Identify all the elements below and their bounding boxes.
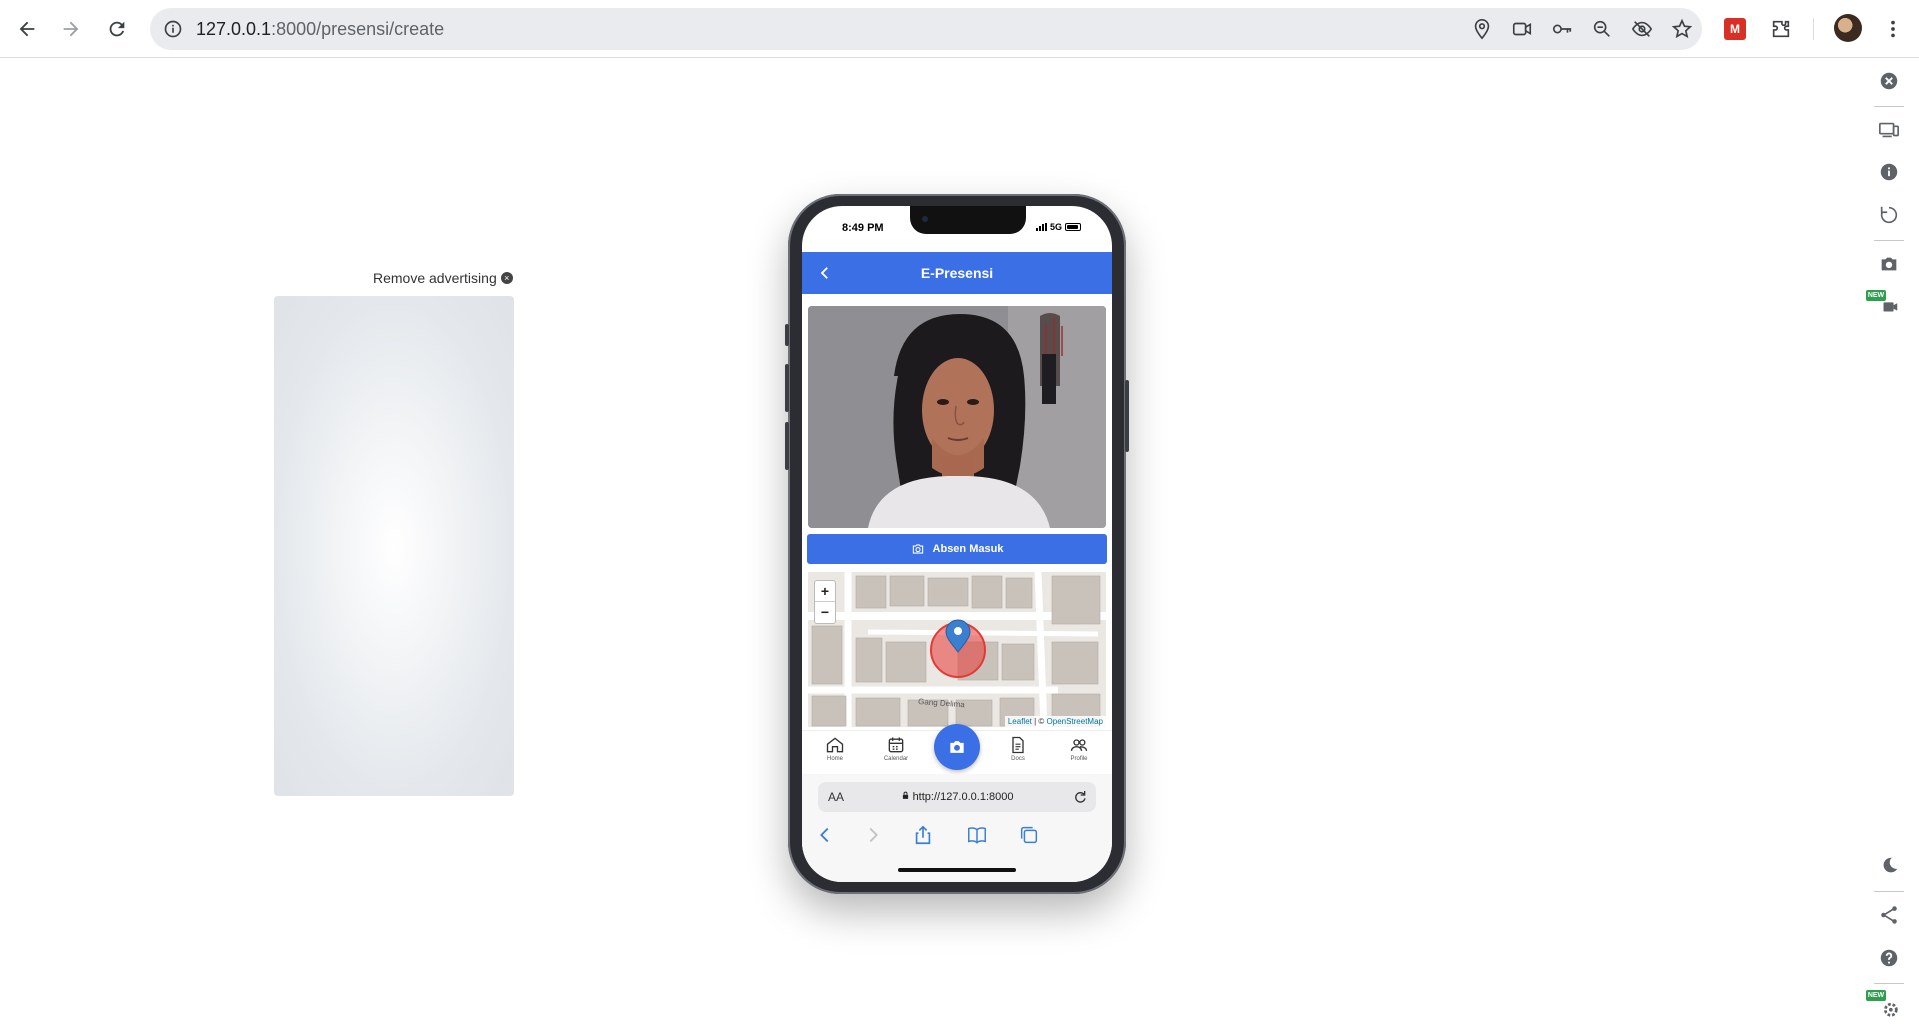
reload-button[interactable] [100,12,134,46]
safari-bar: AA http://127.0.0.1:8000 [802,774,1112,882]
nav-profile-label: Profile [1070,756,1088,762]
phone-frame: 8:49 PM 5G E-Presensi Absen Masuk Gang D… [785,194,1129,894]
home-indicator [898,868,1016,872]
ad-placeholder [274,296,514,796]
camera-fab-button[interactable] [934,724,980,770]
safari-url-text: http://127.0.0.1:8000 [912,791,1014,803]
status-icons: 5G [1036,222,1082,232]
close-ad-icon: × [500,272,513,284]
settings-icon[interactable] [1872,990,1906,1024]
leaflet-link[interactable]: Leaflet [1008,717,1032,726]
phone-screen: 8:49 PM 5G E-Presensi Absen Masuk Gang D… [802,206,1112,882]
remove-advertising-label: Remove advertising [373,270,497,286]
nav-home-label: Home [826,756,843,762]
camera-icon[interactable] [1510,17,1534,41]
share-icon[interactable] [1872,898,1906,932]
absen-masuk-button[interactable]: Absen Masuk [807,534,1107,564]
side-separator [1874,983,1904,984]
password-key-icon[interactable] [1550,17,1574,41]
url-text[interactable]: 127.0.0.1:8000/presensi/create [196,8,444,50]
battery-icon [1065,223,1082,231]
url-path: :8000/presensi/create [271,19,445,39]
safari-toolbar [802,820,1112,850]
status-time: 8:49 PM [842,222,884,234]
safari-back-icon[interactable] [814,824,836,846]
rotate-icon[interactable] [1872,198,1906,232]
webcam-preview [808,306,1106,528]
browser-toolbar: 127.0.0.1:8000/presensi/create M [0,0,1919,58]
nav-profile[interactable]: Profile [1057,735,1101,762]
zoom-in-button[interactable]: + [815,581,835,602]
safari-reload-icon[interactable] [1072,789,1088,805]
absen-masuk-label: Absen Masuk [932,543,1004,555]
people-icon [1070,739,1088,751]
star-icon[interactable] [1670,17,1694,41]
calendar-icon [888,737,904,753]
power-button [1125,380,1129,452]
home-icon [826,737,844,753]
mute-switch [785,324,789,346]
nav-docs[interactable]: Docs [996,735,1040,762]
location-map[interactable]: Gang Delima + − Leaflet | © OpenStreetMa… [808,572,1106,727]
zoom-out-button[interactable]: − [815,602,835,623]
back-icon [19,21,35,37]
side-separator [1874,891,1904,892]
safari-share-icon[interactable] [912,824,934,846]
puzzle-icon[interactable] [1766,14,1796,44]
camera-outline-icon [912,544,923,554]
safari-address-bar[interactable]: AA http://127.0.0.1:8000 [818,782,1096,812]
signal-icon [1036,223,1047,231]
nav-home[interactable]: Home [813,735,857,762]
extension-red-icon[interactable]: M [1720,14,1750,44]
app-header: E-Presensi [802,252,1112,294]
location-icon[interactable] [1470,17,1494,41]
safari-forward-icon[interactable] [862,824,884,846]
safari-bookmarks-icon[interactable] [966,824,988,846]
nav-calendar[interactable]: Calendar [874,735,918,762]
forward-button[interactable] [54,12,88,46]
app-title: E-Presensi [920,265,994,281]
url-host: 127.0.0.1 [196,19,272,39]
close-icon[interactable] [1872,64,1906,98]
eye-off-icon[interactable] [1630,17,1654,41]
devices-icon[interactable] [1872,113,1906,147]
webcam-image [808,306,1106,528]
attribution-separator: | © [1031,717,1047,726]
info-icon[interactable] [1872,155,1906,189]
nav-docs-label: Docs [1011,756,1025,762]
site-info-icon[interactable] [160,16,186,42]
back-chevron-icon[interactable] [814,262,836,284]
side-separator [1874,240,1904,241]
phone-notch [910,206,1026,234]
screenshot-icon[interactable] [1872,247,1906,281]
map-zoom-control: + − [814,580,836,624]
volume-down-button [785,422,789,470]
nav-calendar-label: Calendar [883,756,909,762]
camera-icon [950,741,964,753]
document-icon [1012,736,1024,754]
back-button[interactable] [10,12,44,46]
volume-up-button [785,364,789,412]
reload-icon [109,21,125,37]
zoom-icon[interactable] [1590,17,1614,41]
openstreetmap-link[interactable]: OpenStreetMap [1047,717,1103,726]
map-attribution: Leaflet | © OpenStreetMap [1004,716,1106,727]
network-type: 5G [1050,222,1063,232]
kebab-menu-icon[interactable] [1878,14,1908,44]
record-video-icon[interactable] [1872,289,1906,323]
profile-avatar[interactable] [1834,14,1862,42]
help-icon[interactable] [1872,941,1906,975]
dark-mode-icon[interactable] [1872,849,1906,883]
remove-advertising-link[interactable]: Remove advertising × [373,270,513,286]
lock-icon [902,791,908,799]
safari-tabs-icon[interactable] [1018,824,1040,846]
address-bar[interactable]: 127.0.0.1:8000/presensi/create [150,8,1702,50]
safari-url: http://127.0.0.1:8000 [818,782,1096,812]
side-separator [1874,106,1904,107]
map-tiles: Gang Delima [808,572,1106,727]
toolbar-separator [1813,18,1814,40]
forward-icon [63,21,79,37]
